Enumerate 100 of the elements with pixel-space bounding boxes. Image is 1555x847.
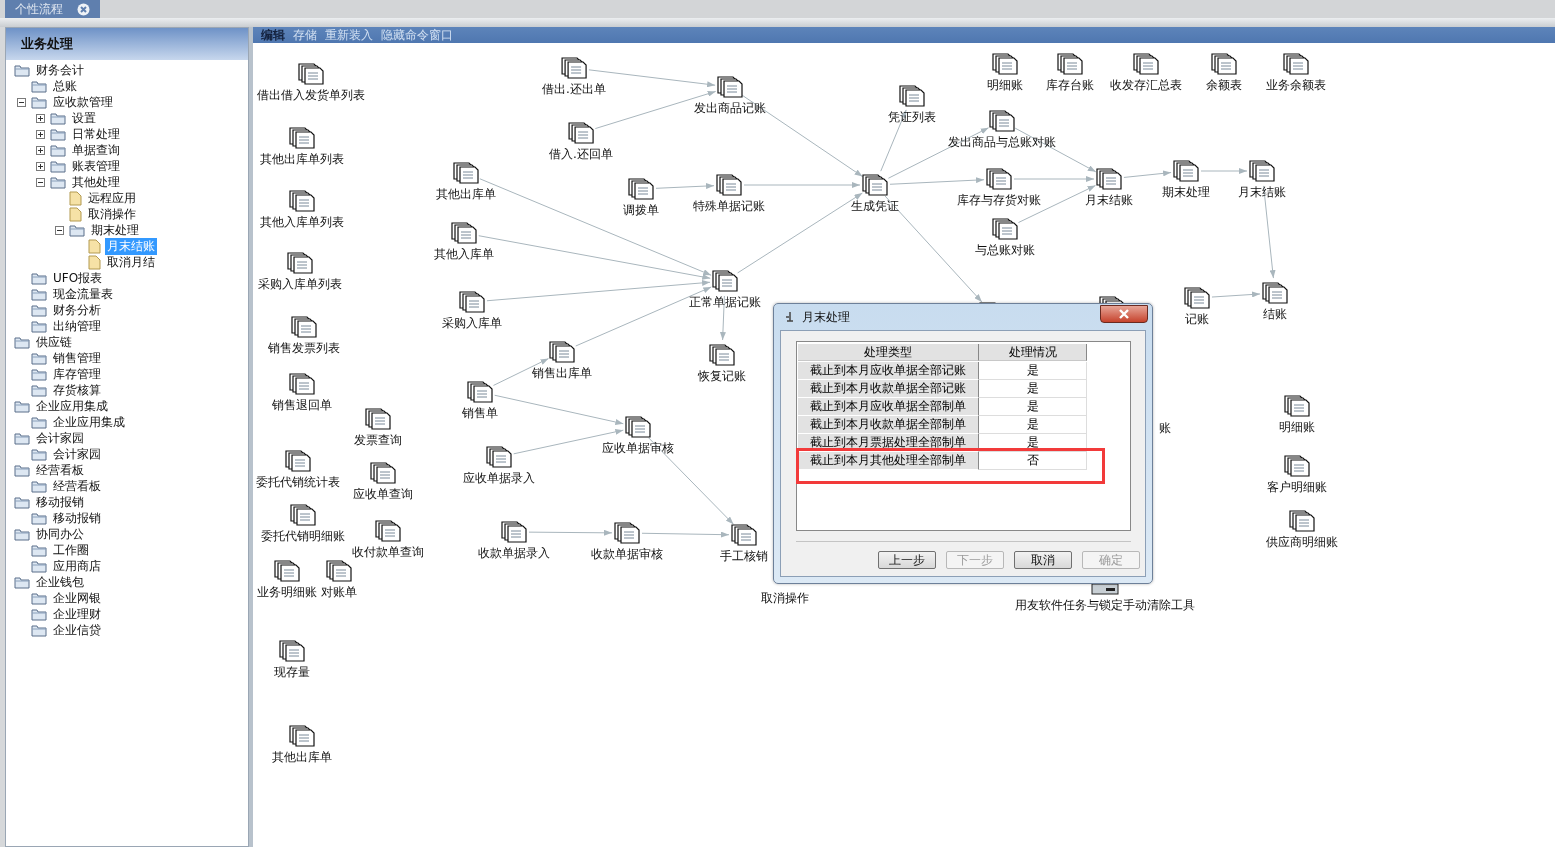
document-stack-icon[interactable] — [1249, 160, 1275, 182]
tree-item[interactable]: 企业钱包 — [34, 573, 86, 591]
document-stack-icon[interactable] — [1262, 282, 1288, 304]
tree-item[interactable]: 其他处理 — [70, 173, 122, 191]
document-stack-icon[interactable] — [501, 521, 527, 543]
tree-item[interactable]: 取消操作 — [86, 205, 138, 223]
document-stack-icon[interactable] — [453, 162, 479, 184]
document-stack-icon[interactable] — [370, 462, 396, 484]
document-stack-icon[interactable] — [289, 725, 315, 747]
document-stack-icon[interactable] — [279, 640, 305, 662]
document-stack-icon[interactable] — [709, 344, 735, 366]
document-stack-icon[interactable] — [298, 63, 324, 85]
tree-item[interactable]: 总账 — [51, 77, 79, 95]
document-stack-icon[interactable] — [992, 218, 1018, 240]
document-stack-icon[interactable] — [989, 110, 1015, 132]
document-stack-icon[interactable] — [459, 291, 485, 313]
document-stack-icon[interactable] — [1284, 395, 1310, 417]
tree-item[interactable]: 财务分析 — [51, 301, 103, 319]
tree-item[interactable]: 工作圈 — [51, 541, 91, 559]
document-stack-icon[interactable] — [1133, 53, 1159, 75]
document-stack-icon[interactable] — [549, 341, 575, 363]
tree-item[interactable]: 企业应用集成 — [51, 413, 127, 431]
document-stack-icon[interactable] — [614, 522, 640, 544]
expander-toggle[interactable] — [36, 161, 45, 171]
document-stack-icon[interactable] — [717, 76, 743, 98]
document-stack-icon[interactable] — [375, 520, 401, 542]
expander-toggle[interactable] — [55, 225, 64, 235]
expander-toggle[interactable] — [36, 113, 45, 123]
document-stack-icon[interactable] — [289, 373, 315, 395]
document-stack-icon[interactable] — [716, 174, 742, 196]
document-stack-icon[interactable] — [986, 168, 1012, 190]
document-stack-icon[interactable] — [992, 53, 1018, 75]
document-stack-icon[interactable] — [1096, 168, 1122, 190]
document-stack-icon[interactable] — [1284, 455, 1310, 477]
document-stack-icon[interactable] — [568, 122, 594, 144]
document-stack-icon[interactable] — [287, 252, 313, 274]
document-stack-icon[interactable] — [625, 416, 651, 438]
toolbar-command[interactable]: 编辑 — [261, 26, 285, 44]
document-stack-icon[interactable] — [467, 381, 493, 403]
tree-item[interactable]: 远程应用 — [86, 189, 138, 207]
tree-item[interactable]: 企业理财 — [51, 605, 103, 623]
document-stack-icon[interactable] — [712, 270, 738, 292]
tree-item[interactable]: 经营看板 — [51, 477, 103, 495]
document-stack-icon[interactable] — [451, 222, 477, 244]
close-button[interactable] — [1100, 305, 1148, 323]
computer-icon[interactable] — [1091, 583, 1119, 595]
document-stack-icon[interactable] — [561, 57, 587, 79]
document-stack-icon[interactable] — [1289, 510, 1315, 532]
tree-item[interactable]: 经营看板 — [34, 461, 86, 479]
tree-item[interactable]: 会计家园 — [51, 445, 103, 463]
document-stack-icon[interactable] — [365, 408, 391, 430]
tree-item[interactable]: 企业应用集成 — [34, 397, 110, 415]
document-stack-icon[interactable] — [290, 504, 316, 526]
tree-item[interactable]: 设置 — [70, 109, 98, 127]
dialog-button[interactable]: 上一步 — [878, 551, 936, 569]
document-stack-icon[interactable] — [1283, 53, 1309, 75]
tree-item[interactable]: 供应链 — [34, 333, 74, 351]
dialog-button[interactable]: 取消 — [1014, 551, 1072, 569]
document-stack-icon[interactable] — [289, 190, 315, 212]
tree-item[interactable]: UFO报表 — [51, 269, 105, 287]
tree-item[interactable]: 企业信贷 — [51, 621, 103, 639]
document-stack-icon[interactable] — [1057, 53, 1083, 75]
tree-item[interactable]: 取消月结 — [105, 253, 157, 271]
tree-item[interactable]: 现金流量表 — [51, 285, 115, 303]
document-stack-icon[interactable] — [862, 174, 888, 196]
tree-item[interactable]: 出纳管理 — [51, 317, 103, 335]
tree-item[interactable]: 协同办公 — [34, 525, 86, 543]
tree-item[interactable]: 应用商店 — [51, 557, 103, 575]
tree-item[interactable]: 企业网银 — [51, 589, 103, 607]
document-stack-icon[interactable] — [274, 560, 300, 582]
folder-icon — [31, 591, 47, 605]
expander-toggle[interactable] — [36, 145, 45, 155]
tree-item[interactable]: 移动报销 — [51, 509, 103, 527]
close-icon[interactable] — [77, 2, 90, 16]
tree-item[interactable]: 存货核算 — [51, 381, 103, 399]
document-stack-icon[interactable] — [628, 178, 654, 200]
expander-toggle[interactable] — [36, 177, 45, 187]
document-stack-icon[interactable] — [731, 524, 757, 546]
tree-item[interactable]: 单据查询 — [70, 141, 122, 159]
document-stack-icon[interactable] — [291, 316, 317, 338]
document-stack-icon[interactable] — [285, 450, 311, 472]
tree-item[interactable]: 应收款管理 — [51, 93, 115, 111]
document-stack-icon[interactable] — [1211, 53, 1237, 75]
tree-item[interactable]: 移动报销 — [34, 493, 86, 511]
tree-item[interactable]: 会计家园 — [34, 429, 86, 447]
expander-toggle[interactable] — [36, 129, 45, 139]
expander-toggle[interactable] — [17, 97, 26, 107]
document-stack-icon[interactable] — [1184, 287, 1210, 309]
tree-item[interactable]: 日常处理 — [70, 125, 122, 143]
document-stack-icon[interactable] — [326, 560, 352, 582]
tree-item[interactable]: 账表管理 — [70, 157, 122, 175]
document-stack-icon[interactable] — [486, 446, 512, 468]
tree-item[interactable]: 销售管理 — [51, 349, 103, 367]
tree-item[interactable]: 库存管理 — [51, 365, 103, 383]
document-stack-icon[interactable] — [899, 85, 925, 107]
document-stack-icon[interactable] — [289, 127, 315, 149]
document-stack-icon[interactable] — [1173, 160, 1199, 182]
folder-icon — [50, 159, 66, 173]
tree-item[interactable]: 财务会计 — [34, 61, 86, 79]
tree-item[interactable]: 期末处理 — [89, 221, 141, 239]
